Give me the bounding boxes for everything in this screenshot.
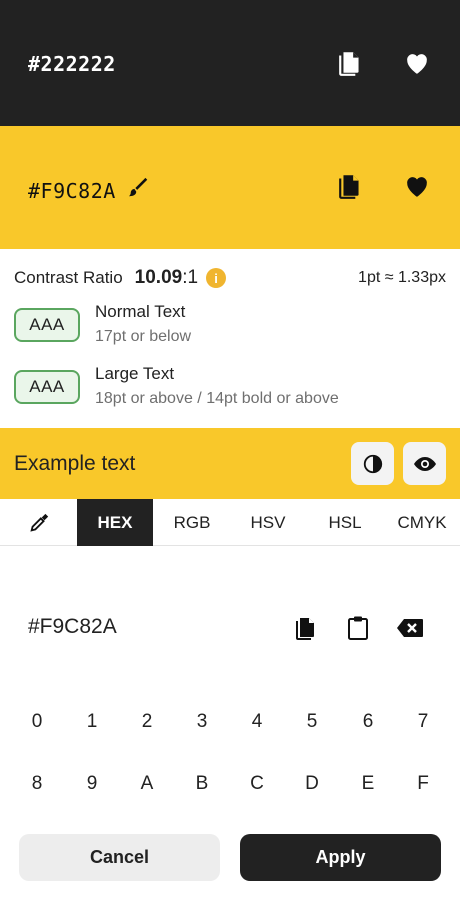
key-2[interactable]: 2 xyxy=(125,700,169,744)
key-8[interactable]: 8 xyxy=(15,762,59,806)
key-d[interactable]: D xyxy=(290,762,334,806)
wcag-badge: AAA xyxy=(14,370,80,404)
foreground-hex-label[interactable]: #222222 xyxy=(28,52,116,76)
contrast-panel: Contrast Ratio 10.09 :1 i 1pt ≈ 1.33px A… xyxy=(0,249,460,428)
contrast-toggle-button[interactable] xyxy=(351,442,394,485)
tab-rgb[interactable]: RGB xyxy=(160,499,224,546)
brush-icon[interactable] xyxy=(128,177,150,204)
foreground-color-bar[interactable]: #222222 xyxy=(0,0,460,126)
large-text-rating: AAA Large Text 18pt or above / 14pt bold… xyxy=(14,364,446,408)
rating-title: Large Text xyxy=(95,364,175,383)
rating-subtitle: 18pt or above / 14pt bold or above xyxy=(95,390,339,407)
key-a[interactable]: A xyxy=(125,762,169,806)
tab-hex[interactable]: HEX xyxy=(77,499,153,546)
contrast-ratio-value: 10.09 xyxy=(134,267,183,288)
tab-cmyk[interactable]: CMYK xyxy=(386,499,458,546)
pt-px-conversion: 1pt ≈ 1.33px xyxy=(358,269,446,286)
key-7[interactable]: 7 xyxy=(401,700,445,744)
key-5[interactable]: 5 xyxy=(290,700,334,744)
background-hex-label[interactable]: #F9C82A xyxy=(28,179,116,203)
key-6[interactable]: 6 xyxy=(346,700,390,744)
key-3[interactable]: 3 xyxy=(180,700,224,744)
heart-icon[interactable] xyxy=(403,49,431,77)
background-hex-row[interactable]: #F9C82A xyxy=(28,177,150,204)
key-e[interactable]: E xyxy=(346,762,390,806)
heart-icon[interactable] xyxy=(403,172,431,200)
key-1[interactable]: 1 xyxy=(70,700,114,744)
hex-keypad: 0 1 2 3 4 5 6 7 8 9 A B C D E F xyxy=(0,700,460,810)
rating-title: Normal Text xyxy=(95,302,186,321)
tab-hsv[interactable]: HSV xyxy=(236,499,300,546)
example-preview: Example text xyxy=(0,428,460,499)
cancel-button[interactable]: Cancel xyxy=(19,834,220,881)
key-9[interactable]: 9 xyxy=(70,762,114,806)
contrast-ratio-row: Contrast Ratio 10.09 :1 i 1pt ≈ 1.33px xyxy=(14,265,446,291)
eyedropper-icon xyxy=(30,513,49,532)
key-f[interactable]: F xyxy=(401,762,445,806)
copy-icon[interactable] xyxy=(337,49,365,77)
tab-hsl[interactable]: HSL xyxy=(313,499,377,546)
clipboard-icon[interactable] xyxy=(344,614,372,642)
key-b[interactable]: B xyxy=(180,762,224,806)
wcag-badge: AAA xyxy=(14,308,80,342)
key-0[interactable]: 0 xyxy=(15,700,59,744)
normal-text-rating: AAA Normal Text 17pt or below xyxy=(14,302,446,346)
copy-icon[interactable] xyxy=(337,172,365,200)
copy-icon[interactable] xyxy=(293,614,321,642)
backspace-icon[interactable] xyxy=(396,614,424,642)
info-icon[interactable]: i xyxy=(206,268,227,288)
hex-input-row: #F9C82A xyxy=(0,600,460,656)
apply-button[interactable]: Apply xyxy=(240,834,441,881)
format-tabs: HEX RGB HSV HSL CMYK xyxy=(0,499,460,546)
contrast-ratio-label: Contrast Ratio xyxy=(14,268,123,287)
contrast-icon xyxy=(363,454,382,473)
example-text: Example text xyxy=(14,452,136,475)
tab-eyedropper[interactable] xyxy=(14,499,64,546)
action-buttons: Cancel Apply xyxy=(0,834,460,882)
eye-icon xyxy=(413,456,436,471)
contrast-ratio-suffix: :1 xyxy=(182,267,199,288)
background-color-bar[interactable]: #F9C82A xyxy=(0,126,460,249)
key-4[interactable]: 4 xyxy=(235,700,279,744)
key-c[interactable]: C xyxy=(235,762,279,806)
rating-subtitle: 17pt or below xyxy=(95,328,192,345)
visibility-button[interactable] xyxy=(403,442,446,485)
hex-input[interactable]: #F9C82A xyxy=(28,615,117,639)
